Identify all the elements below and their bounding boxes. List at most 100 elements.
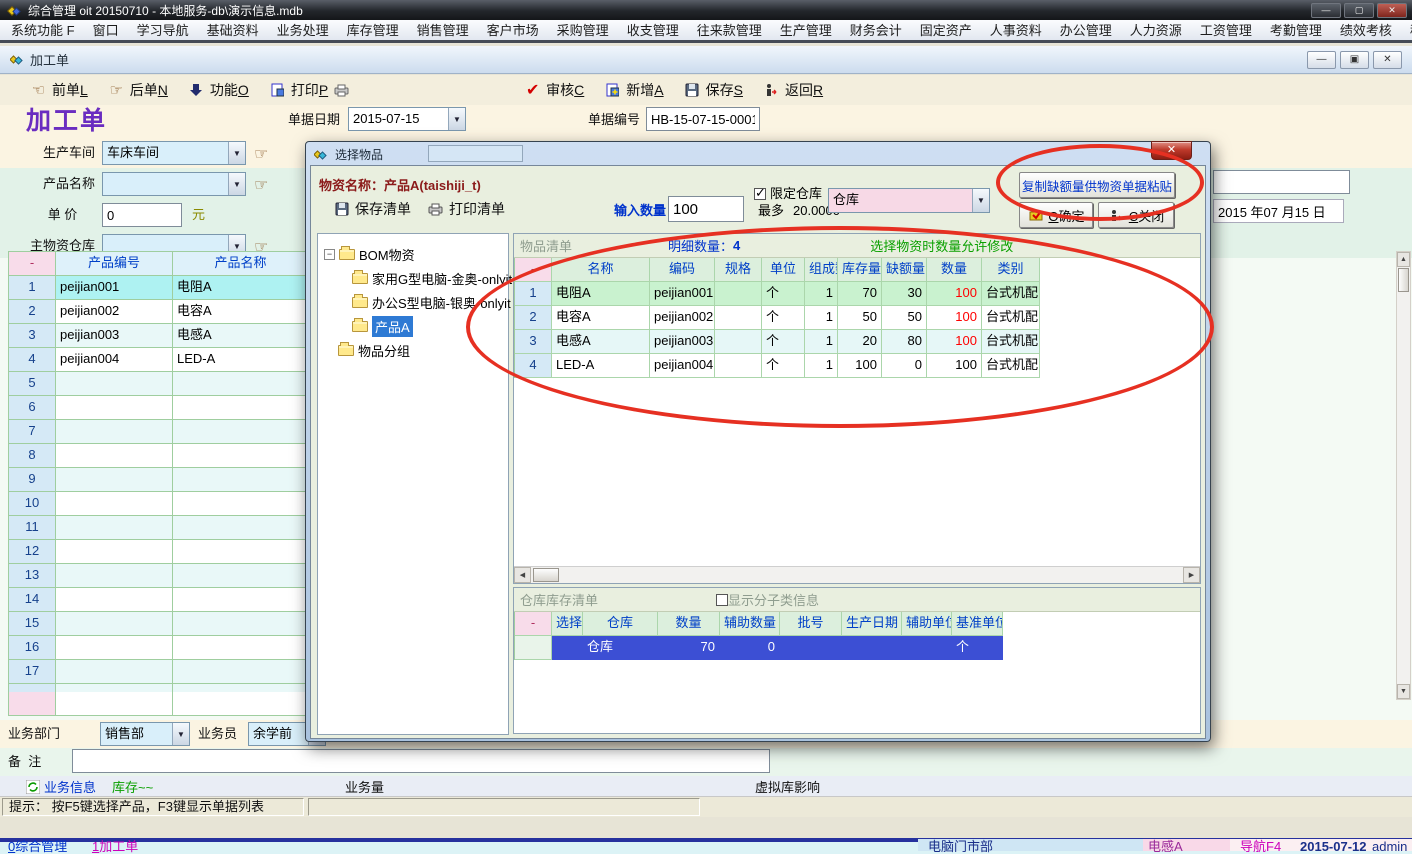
table-row[interactable]: 3peijian003电感A bbox=[9, 324, 309, 348]
ok-button[interactable]: O确定 bbox=[1019, 202, 1093, 228]
table-row[interactable]: 4peijian004LED-A bbox=[9, 348, 309, 372]
menu-item[interactable]: 财务会计 bbox=[841, 21, 911, 40]
menu-item[interactable]: 业务处理 bbox=[268, 21, 338, 40]
menu-item[interactable]: 办公管理 bbox=[1051, 21, 1121, 40]
menu-item[interactable]: 采购管理 bbox=[548, 21, 618, 40]
table-row[interactable]: 17 bbox=[9, 660, 309, 684]
menu-item[interactable]: 人力资源 bbox=[1121, 21, 1191, 40]
table-row[interactable]: 15 bbox=[9, 612, 309, 636]
limit-warehouse-checkbox[interactable] bbox=[754, 188, 766, 200]
tree-item[interactable]: 物品分组 bbox=[324, 338, 504, 362]
mdi-restore-button[interactable]: ▣ bbox=[1340, 51, 1369, 69]
table-row[interactable]: 6 bbox=[9, 396, 309, 420]
table-row[interactable]: 5 bbox=[9, 372, 309, 396]
tree-item-label[interactable]: 产品A bbox=[372, 316, 413, 337]
print-list-button[interactable]: 打印清单 bbox=[427, 199, 505, 219]
mdi-minimize-button[interactable]: — bbox=[1307, 51, 1336, 69]
hand-pointer-icon[interactable]: ☞ bbox=[254, 175, 268, 195]
dialog-close-button[interactable]: ✕ bbox=[1151, 141, 1192, 160]
restore-button[interactable]: ▢ bbox=[1344, 3, 1374, 18]
prev-doc-button[interactable]: ☜前单L bbox=[22, 78, 96, 102]
menu-item[interactable]: 学习导航 bbox=[128, 21, 198, 40]
table-row[interactable]: 13 bbox=[9, 564, 309, 588]
remark-input[interactable] bbox=[72, 749, 770, 773]
table-row[interactable]: 2电容Apeijian002个15050100台式机配 bbox=[515, 306, 1200, 330]
task-item-form[interactable]: 1加工单 bbox=[92, 839, 138, 854]
menu-item[interactable]: 销售管理 bbox=[408, 21, 478, 40]
main-vertical-scrollbar[interactable]: ▲ ▼ bbox=[1396, 251, 1411, 700]
menu-item[interactable]: 窗口 bbox=[84, 21, 128, 40]
right-text-field[interactable] bbox=[1213, 170, 1350, 194]
nav-f4-label[interactable]: 导航F4 bbox=[1240, 839, 1281, 854]
menu-item[interactable]: 生产管理 bbox=[771, 21, 841, 40]
scroll-left-button[interactable]: ◀ bbox=[514, 567, 531, 583]
print-button[interactable]: 打印P bbox=[261, 78, 358, 102]
price-input[interactable] bbox=[102, 203, 182, 227]
menu-item[interactable]: 基础资料 bbox=[198, 21, 268, 40]
function-button[interactable]: 功能O bbox=[180, 78, 257, 102]
expand-collapse-box[interactable]: − bbox=[324, 249, 335, 260]
menu-item[interactable]: 收支管理 bbox=[618, 21, 688, 40]
menu-item[interactable]: 工资管理 bbox=[1191, 21, 1261, 40]
chevron-down-icon[interactable]: ▼ bbox=[228, 142, 245, 164]
product-combo[interactable]: ▼ bbox=[102, 172, 246, 196]
tree-item-label[interactable]: 办公S型电脑-银奥-onlyit bbox=[372, 293, 511, 312]
dialog-title-bar[interactable]: 选择物品 ✕ bbox=[310, 144, 1206, 165]
chevron-down-icon[interactable]: ▼ bbox=[172, 723, 189, 745]
menu-item[interactable]: 往来款管理 bbox=[688, 21, 771, 40]
table-row[interactable]: 1电阻Apeijian001个17030100台式机配 bbox=[515, 282, 1200, 306]
delivery-date-field[interactable] bbox=[1213, 199, 1344, 223]
scrollbar-thumb[interactable] bbox=[533, 568, 559, 582]
save-button[interactable]: 保存S bbox=[676, 78, 751, 102]
tree-item[interactable]: 产品A bbox=[324, 314, 504, 338]
scroll-down-button[interactable]: ▼ bbox=[1397, 684, 1410, 699]
doc-date-combo[interactable]: 2015-07-15▼ bbox=[348, 107, 466, 131]
back-button[interactable]: 返回R bbox=[755, 78, 831, 102]
menu-item[interactable]: 库存管理 bbox=[338, 21, 408, 40]
menu-item[interactable]: 秘书功能 bbox=[1401, 21, 1412, 40]
tree-item-label[interactable]: BOM物资 bbox=[359, 245, 415, 264]
workshop-combo[interactable]: 车床车间▼ bbox=[102, 141, 246, 165]
tree-item-label[interactable]: 物品分组 bbox=[358, 341, 410, 360]
menu-item[interactable]: 系统功能 F bbox=[2, 21, 84, 40]
menu-item[interactable]: 人事资料 bbox=[981, 21, 1051, 40]
chevron-down-icon[interactable]: ▼ bbox=[228, 173, 245, 195]
table-row[interactable]: 2peijian002电容A bbox=[9, 300, 309, 324]
doc-no-input[interactable] bbox=[646, 107, 760, 131]
add-button[interactable]: 新增A bbox=[596, 78, 671, 102]
tree-item[interactable]: − BOM物资 bbox=[324, 242, 504, 266]
next-doc-button[interactable]: ☞后单N bbox=[100, 78, 176, 102]
table-row[interactable]: 16 bbox=[9, 636, 309, 660]
minimize-button[interactable]: — bbox=[1311, 3, 1341, 18]
dialog-close-action-button[interactable]: C关闭 bbox=[1098, 202, 1174, 228]
mdi-close-button[interactable]: ✕ bbox=[1373, 51, 1402, 69]
audit-button[interactable]: ✔审核C bbox=[516, 78, 592, 102]
tree-item[interactable]: 家用G型电脑-金奥-onlyit bbox=[324, 266, 504, 290]
table-row[interactable]: 12 bbox=[9, 540, 309, 564]
hand-pointer-icon[interactable]: ☞ bbox=[254, 144, 268, 164]
tree-item-label[interactable]: 家用G型电脑-金奥-onlyit bbox=[372, 269, 512, 288]
refresh-icon[interactable] bbox=[24, 779, 41, 795]
scrollbar-thumb[interactable] bbox=[1398, 268, 1409, 292]
table-row[interactable]: 4LED-Apeijian004个11000100台式机配 bbox=[515, 354, 1200, 378]
dept-combo[interactable]: 销售部▼ bbox=[100, 722, 190, 746]
qty-input[interactable] bbox=[668, 196, 744, 222]
table-row[interactable]: 14 bbox=[9, 588, 309, 612]
menu-item[interactable]: 考勤管理 bbox=[1261, 21, 1331, 40]
menu-item[interactable]: 固定资产 bbox=[911, 21, 981, 40]
table-row[interactable]: 3电感Apeijian003个12080100台式机配 bbox=[515, 330, 1200, 354]
table-row[interactable]: 9 bbox=[9, 468, 309, 492]
save-list-button[interactable]: 保存清单 bbox=[333, 199, 411, 219]
table-row[interactable]: 8 bbox=[9, 444, 309, 468]
table-row[interactable]: 仓库700个 bbox=[515, 636, 1200, 660]
chevron-down-icon[interactable]: ▼ bbox=[972, 189, 989, 212]
show-subclass-checkbox[interactable] bbox=[716, 594, 728, 606]
items-horizontal-scrollbar[interactable]: ◀ ▶ bbox=[514, 566, 1200, 583]
scroll-right-button[interactable]: ▶ bbox=[1183, 567, 1200, 583]
chevron-down-icon[interactable]: ▼ bbox=[448, 108, 465, 130]
table-row[interactable]: 1peijian001电阻A bbox=[9, 276, 309, 300]
copy-shortage-button[interactable]: 复制缺额量供物资单据粘贴 bbox=[1019, 172, 1175, 198]
table-row[interactable]: 10 bbox=[9, 492, 309, 516]
limit-warehouse-combo[interactable]: 仓库▼ bbox=[828, 188, 990, 213]
task-item-main[interactable]: 0综合管理 bbox=[8, 839, 67, 854]
